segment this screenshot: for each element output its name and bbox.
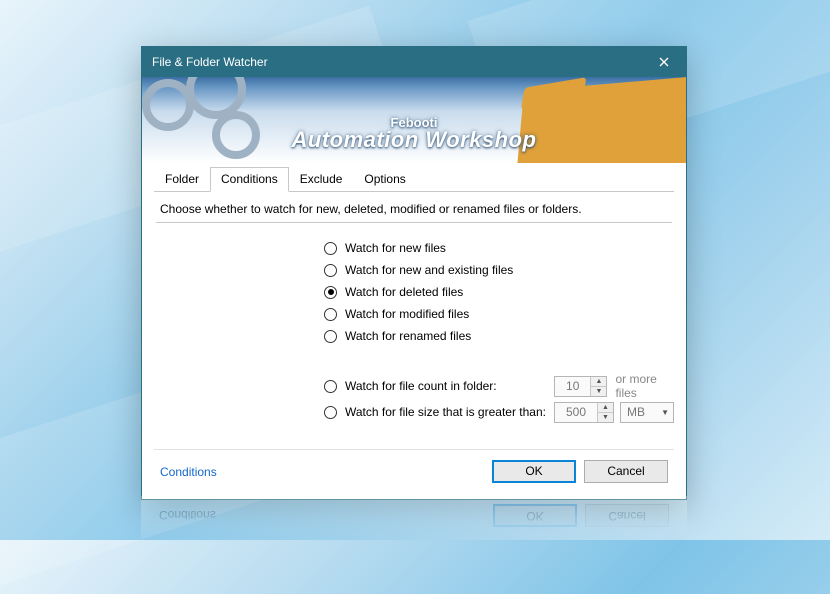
ok-button[interactable]: OK [492,460,576,483]
content-area: Folder Conditions Exclude Options Choose… [142,163,686,499]
tab-bar: Folder Conditions Exclude Options [154,167,674,192]
radio-row-new-existing[interactable]: Watch for new and existing files [324,259,674,281]
tab-conditions[interactable]: Conditions [210,167,289,192]
radio-label: Watch for file count in folder: [345,379,497,393]
radio-row-file-size[interactable]: Watch for file size that is greater than… [324,399,674,425]
radio-row-new[interactable]: Watch for new files [324,237,674,259]
radio-label: Watch for file size that is greater than… [345,405,546,419]
cancel-button[interactable]: Cancel [584,460,668,483]
spinner-up-icon[interactable]: ▲ [591,377,606,387]
spinner-down-icon[interactable]: ▼ [591,387,606,396]
tab-folder[interactable]: Folder [154,167,210,192]
radio-icon [324,308,337,321]
titlebar: File & Folder Watcher [142,47,686,77]
banner: Febooti Automation Workshop [142,77,686,163]
file-size-unit-select[interactable]: MB ▼ [620,402,674,423]
radio-icon [324,242,337,255]
file-count-spinner[interactable]: 10 ▲ ▼ [554,376,607,397]
spinner-up-icon[interactable]: ▲ [598,403,613,413]
window-title: File & Folder Watcher [152,55,642,69]
chevron-down-icon: ▼ [661,408,669,417]
brand-product: Automation Workshop [142,127,686,153]
radio-row-deleted[interactable]: Watch for deleted files [324,281,674,303]
radio-label: Watch for modified files [345,307,469,321]
radio-label: Watch for renamed files [345,329,471,343]
radio-label: Watch for new and existing files [345,263,513,277]
tab-exclude[interactable]: Exclude [289,167,354,192]
file-count-suffix: or more files [615,372,674,400]
close-button[interactable] [642,47,686,77]
dialog-footer: Conditions OK Cancel [154,449,674,489]
dialog-window: File & Folder Watcher Febooti Automation… [141,46,687,500]
file-count-value: 10 [555,377,590,396]
brand: Febooti Automation Workshop [142,116,686,153]
radio-icon [324,264,337,277]
radio-label: Watch for deleted files [345,285,463,299]
close-icon [659,57,669,67]
spinner-down-icon[interactable]: ▼ [598,413,613,422]
radio-icon [324,380,337,393]
radio-icon [324,330,337,343]
radio-row-modified[interactable]: Watch for modified files [324,303,674,325]
radio-row-renamed[interactable]: Watch for renamed files [324,325,674,347]
watch-mode-group: Watch for new files Watch for new and ex… [324,237,674,347]
file-size-unit: MB [627,405,645,419]
file-size-spinner[interactable]: 500 ▲ ▼ [554,402,614,423]
radio-label: Watch for new files [345,241,446,255]
radio-icon [324,286,337,299]
radio-icon [324,406,337,419]
help-link[interactable]: Conditions [160,465,217,479]
tab-options[interactable]: Options [353,167,416,192]
radio-row-file-count[interactable]: Watch for file count in folder: 10 ▲ ▼ o… [324,373,674,399]
file-size-value: 500 [555,403,597,422]
tab-description: Choose whether to watch for new, deleted… [156,192,672,223]
